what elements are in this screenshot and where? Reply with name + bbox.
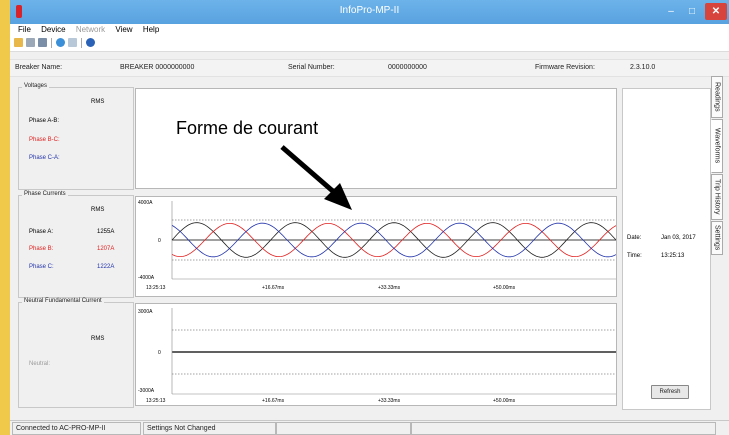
annotation-arrow-shaft xyxy=(280,145,337,195)
annotation-arrow xyxy=(280,145,352,210)
